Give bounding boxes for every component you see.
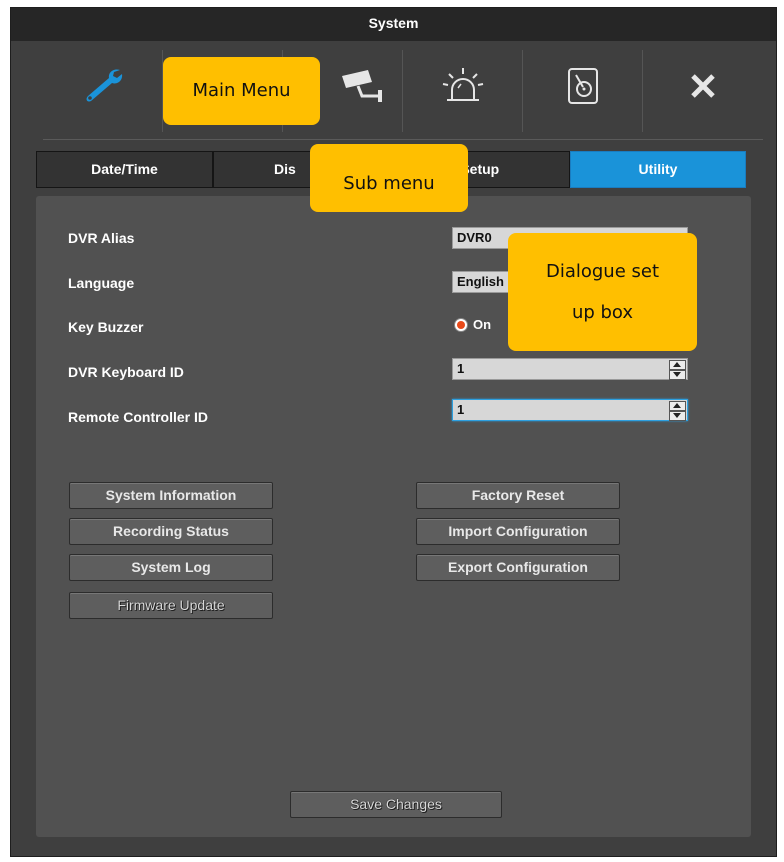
main-menu-callout: Main Menu xyxy=(163,57,320,125)
spin-down-icon[interactable] xyxy=(669,411,686,421)
main-menu-close[interactable] xyxy=(643,42,762,134)
keyboard-id-spin xyxy=(669,360,686,380)
menu-divider xyxy=(43,139,763,140)
keyboard-id-stepper[interactable]: 1 xyxy=(452,358,688,380)
keyboard-id-label: DVR Keyboard ID xyxy=(68,364,184,380)
close-icon xyxy=(688,71,718,106)
remote-id-stepper[interactable]: 1 xyxy=(452,399,688,421)
key-buzzer-label: Key Buzzer xyxy=(68,319,144,335)
spin-up-icon[interactable] xyxy=(669,401,686,411)
main-menu-storage[interactable] xyxy=(523,42,642,134)
main-menu xyxy=(43,42,763,141)
main-menu-event[interactable] xyxy=(403,42,522,134)
remote-id-label: Remote Controller ID xyxy=(68,409,209,425)
import-configuration-button[interactable]: Import Configuration xyxy=(416,518,620,545)
wrench-icon xyxy=(80,66,126,111)
system-log-button[interactable]: System Log xyxy=(69,554,273,581)
tab-utility[interactable]: Utility xyxy=(570,151,746,188)
tab-date-time[interactable]: Date/Time xyxy=(36,151,213,188)
export-configuration-button[interactable]: Export Configuration xyxy=(416,554,620,581)
main-menu-system[interactable] xyxy=(43,42,162,134)
key-buzzer-on-radio[interactable] xyxy=(454,318,468,332)
sub-menu-callout: Sub menu xyxy=(310,144,468,212)
system-information-button[interactable]: System Information xyxy=(69,482,273,509)
remote-id-value: 1 xyxy=(457,402,465,417)
camera-icon xyxy=(338,66,388,111)
key-buzzer-on-label: On xyxy=(473,317,492,332)
spin-down-icon[interactable] xyxy=(669,370,686,380)
recording-status-button[interactable]: Recording Status xyxy=(69,518,273,545)
spin-up-icon[interactable] xyxy=(669,360,686,370)
firmware-update-button[interactable]: Firmware Update xyxy=(69,592,273,619)
keyboard-id-value: 1 xyxy=(457,361,465,376)
save-changes-button[interactable]: Save Changes xyxy=(290,791,502,818)
alarm-icon xyxy=(441,66,485,111)
hard-disk-icon xyxy=(566,67,600,110)
dvr-alias-label: DVR Alias xyxy=(68,230,135,246)
dialogue-callout: Dialogue set up box xyxy=(508,233,697,351)
window-title: System xyxy=(11,8,776,41)
remote-id-spin xyxy=(669,401,686,421)
dialogue-callout-line1: Dialogue set xyxy=(545,261,660,282)
system-window: System Date/Time Dis r Setup Utility DVR… xyxy=(10,7,777,857)
dialogue-callout-line2: up box xyxy=(571,302,634,323)
factory-reset-button[interactable]: Factory Reset xyxy=(416,482,620,509)
language-label: Language xyxy=(68,275,135,291)
